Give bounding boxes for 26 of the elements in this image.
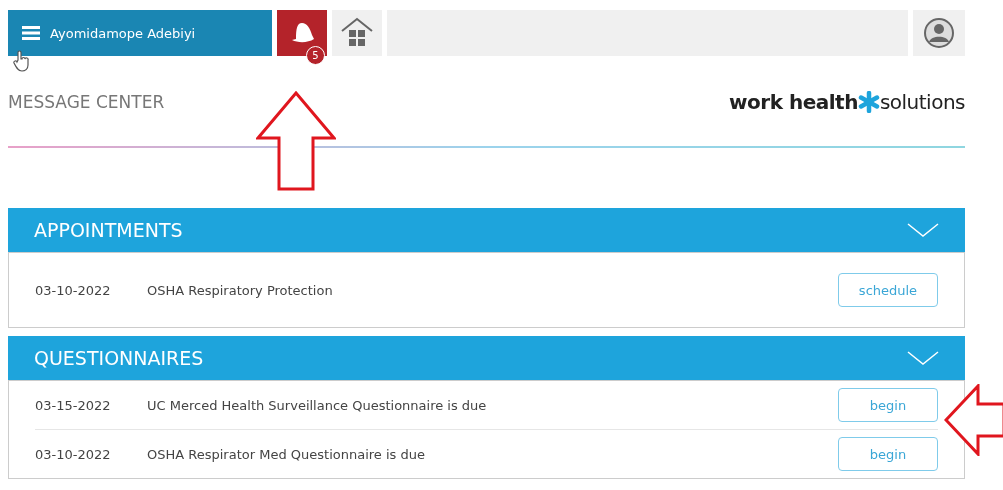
- profile-button[interactable]: [913, 10, 965, 56]
- section-header[interactable]: QUESTIONNAIRES: [8, 336, 965, 380]
- item-date: 03-10-2022: [35, 446, 112, 462]
- left-arrow-icon: [944, 384, 1003, 456]
- logo-text: solutions: [879, 90, 965, 114]
- up-arrow-icon: [256, 91, 336, 191]
- item-date: 03-10-2022: [35, 282, 112, 298]
- page-title: MESSAGE CENTER: [8, 92, 165, 112]
- action-button[interactable]: begin: [838, 437, 938, 471]
- action-button[interactable]: begin: [838, 388, 938, 422]
- item-date: 03-15-2022: [35, 397, 112, 413]
- home-button[interactable]: [332, 10, 382, 56]
- home-icon: [340, 17, 374, 49]
- action-button[interactable]: schedule: [838, 273, 938, 307]
- user-icon: [923, 17, 955, 49]
- item-text: OSHA Respiratory Protection: [147, 282, 334, 298]
- section-header[interactable]: APPOINTMENTS: [8, 208, 965, 252]
- asterisk-icon: [857, 91, 880, 113]
- user-menu-button[interactable]: Ayomidamope Adebiyi: [8, 10, 272, 56]
- chevron-icon: [907, 351, 939, 365]
- hand-cursor-icon: [13, 50, 31, 72]
- item-text: UC Merced Health Surveillance Questionnaire is due: [147, 397, 488, 413]
- logo-text: work health: [729, 90, 858, 114]
- menu-icon: [22, 26, 40, 40]
- chevron-icon: [907, 223, 939, 237]
- item-text: OSHA Respirator Med Questionnaire is due: [147, 446, 426, 462]
